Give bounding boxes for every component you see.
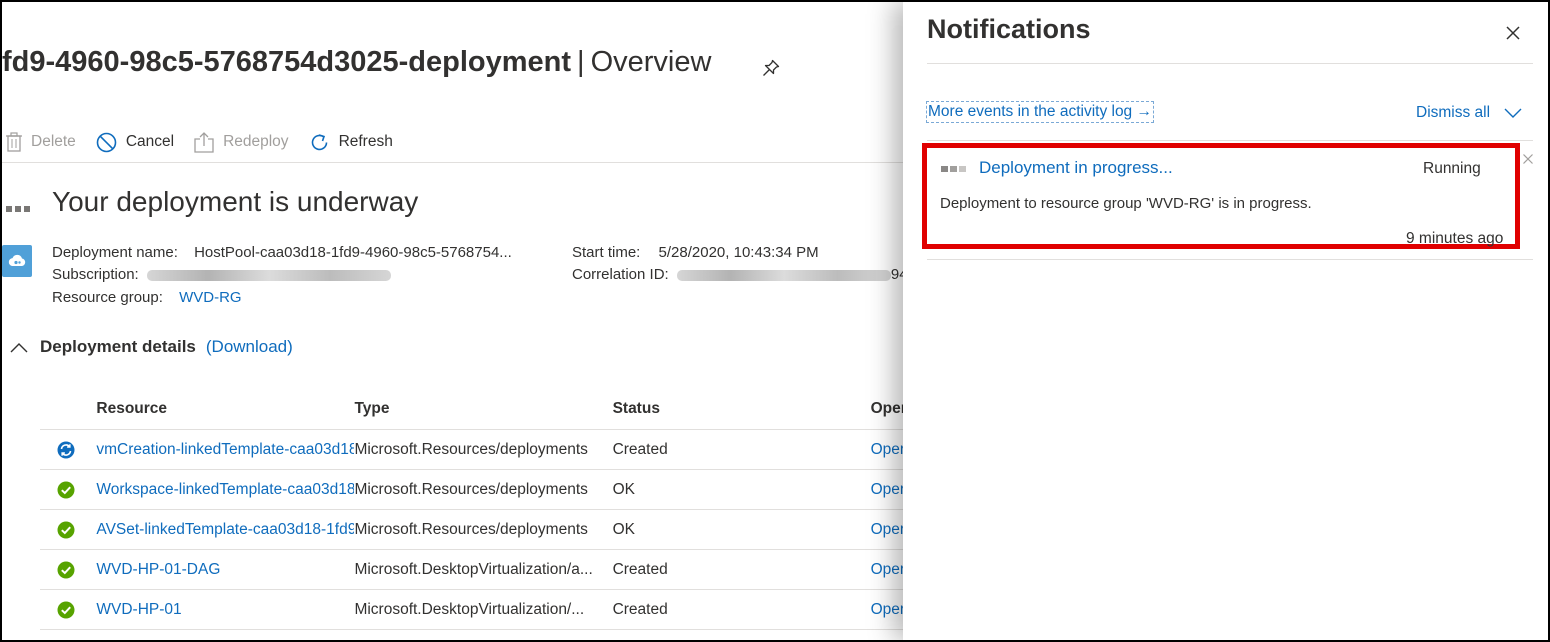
header-status: Status [612, 400, 660, 417]
correlation-id-redacted-value [676, 269, 891, 281]
notifications-divider [927, 63, 1533, 64]
row-status: Created [612, 560, 668, 578]
table-row: AVSet-linkedTemplate-caa03d18-1fd9 Micro… [40, 510, 907, 550]
table-row: WVD-HP-01-DAG Microsoft.DesktopVirtualiz… [40, 550, 907, 590]
screenshot-frame: fd9-4960-98c5-5768754d3025-deployment | Ov… [0, 0, 1550, 642]
subscription-label: Subscription: [52, 266, 139, 283]
start-time-value: 5/28/2020, 10:43:34 PM [658, 244, 819, 261]
header-operation-details: Operation details [870, 400, 907, 417]
subscription-row: Subscription: [52, 264, 391, 286]
command-bar: Delete Cancel Redeploy Refresh [2, 128, 413, 156]
deployment-status-title: Your deployment is underway [52, 186, 419, 217]
resource-group-link[interactable]: WVD-RG [179, 287, 242, 309]
row-operation-details-link[interactable]: Operation details [871, 561, 907, 579]
row-resource-link[interactable]: Workspace-linkedTemplate-caa03d18-1fd9 [96, 481, 354, 499]
refresh-icon [311, 133, 327, 150]
arrow-right-icon: → [1136, 103, 1153, 120]
activity-log-label: More events in the activity log [928, 103, 1133, 120]
notification-title-link[interactable]: Deployment in progress... [979, 158, 1173, 178]
table-row: Workspace-linkedTemplate-caa03d18-1fd9 M… [40, 470, 907, 510]
subscription-redacted-value [146, 269, 391, 281]
page-title-separator: | [577, 46, 585, 78]
row-type: Microsoft.Resources/deployments [354, 480, 588, 498]
deployment-details-header: Deployment details (Download) [10, 337, 293, 357]
delete-label: Delete [31, 133, 76, 150]
row-resource-link[interactable]: WVD-HP-01 [96, 601, 354, 619]
correlation-id-row: Correlation ID: 94 [572, 264, 907, 286]
redeploy-label: Redeploy [223, 133, 289, 150]
resource-group-row: Resource group: WVD-RG [52, 287, 242, 309]
cancel-icon [96, 132, 117, 152]
row-type: Microsoft.Resources/deployments [354, 440, 588, 458]
success-icon [57, 481, 75, 498]
table-header: Resource Type Status Operation details [40, 389, 907, 430]
cancel-label: Cancel [125, 133, 175, 150]
pin-icon[interactable] [762, 59, 780, 77]
trash-icon [6, 132, 22, 152]
correlation-id-label: Correlation ID: [572, 266, 669, 283]
header-type: Type [354, 400, 390, 417]
resource-group-label: Resource group: [52, 289, 163, 306]
table-row: vmCreation-linkedTemplate-caa03d18-1fd9 … [40, 430, 907, 470]
download-link[interactable]: (Download) [206, 337, 293, 357]
in-progress-icon [57, 441, 75, 458]
notification-card[interactable]: Deployment in progress... Running Deploy… [922, 143, 1520, 249]
header-resource: Resource [96, 400, 168, 417]
notifications-divider [927, 140, 1533, 141]
toolbar-divider [2, 162, 907, 163]
refresh-button[interactable]: Refresh [309, 132, 393, 153]
chevron-down-icon[interactable] [1504, 108, 1522, 119]
upload-icon [194, 132, 214, 153]
delete-button[interactable]: Delete [6, 132, 76, 152]
success-icon [57, 601, 75, 618]
cancel-button[interactable]: Cancel [96, 132, 174, 153]
notifications-title: Notifications [927, 14, 1091, 44]
deployment-name-value: HostPool-caa03d18-1fd9-4960-98c5-5768754… [194, 244, 512, 261]
row-status: Created [612, 440, 668, 458]
page-title: fd9-4960-98c5-5768754d3025-deployment | Ov… [2, 46, 711, 79]
deployment-blade: fd9-4960-98c5-5768754d3025-deployment | Ov… [2, 2, 907, 640]
success-icon [57, 561, 75, 578]
row-resource-link[interactable]: AVSet-linkedTemplate-caa03d18-1fd9 [96, 521, 354, 539]
progress-dots-icon [941, 166, 968, 172]
start-time-row: Start time: 5/28/2020, 10:43:34 PM [572, 242, 819, 264]
redeploy-button[interactable]: Redeploy [194, 131, 289, 153]
row-operation-details-link[interactable]: Operation details [871, 481, 907, 499]
row-operation-details-link[interactable]: Operation details [871, 441, 907, 459]
notification-timestamp: 9 minutes ago [1406, 230, 1504, 247]
close-icon[interactable] [1503, 23, 1523, 43]
notification-status: Running [1423, 160, 1481, 177]
notifications-panel: Notifications More events in the activit… [903, 2, 1548, 640]
row-status: Created [612, 600, 668, 618]
row-operation-details-link[interactable]: Operation details [871, 521, 907, 539]
dismiss-all-button[interactable]: Dismiss all [1416, 104, 1522, 122]
activity-log-link[interactable]: More events in the activity log → [926, 101, 1154, 123]
start-time-label: Start time: [572, 244, 641, 261]
row-operation-details-link[interactable]: Operation details [871, 601, 907, 619]
refresh-label: Refresh [338, 133, 393, 150]
notification-message: Deployment to resource group 'WVD-RG' is… [940, 195, 1312, 212]
deployment-resources-table: Resource Type Status Operation details v… [40, 389, 907, 630]
notifications-divider [927, 259, 1533, 260]
deployment-cloud-icon [2, 245, 32, 277]
page-title-name: fd9-4960-98c5-5768754d3025-deployment [2, 46, 572, 78]
dismiss-all-label: Dismiss all [1416, 104, 1491, 121]
deployment-name-row: Deployment name: HostPool-caa03d18-1fd9-… [52, 242, 512, 264]
table-row: WVD-HP-01 Microsoft.DesktopVirtualizatio… [40, 590, 907, 630]
row-type: Microsoft.DesktopVirtualization/a... [354, 560, 593, 578]
row-status: OK [612, 520, 635, 538]
deployment-name-label: Deployment name: [52, 244, 178, 261]
dismiss-notification-icon[interactable] [1522, 153, 1534, 165]
row-resource-link[interactable]: vmCreation-linkedTemplate-caa03d18-1fd9 [96, 441, 354, 459]
row-resource-link[interactable]: WVD-HP-01-DAG [96, 561, 354, 579]
row-type: Microsoft.Resources/deployments [354, 520, 588, 538]
deployment-details-title: Deployment details [40, 337, 196, 356]
progress-dots-icon [6, 206, 33, 212]
row-status: OK [612, 480, 635, 498]
row-type: Microsoft.DesktopVirtualization/... [354, 600, 585, 618]
chevron-up-icon[interactable] [10, 342, 28, 353]
page-title-section: Overview [590, 46, 712, 78]
success-icon [57, 521, 75, 538]
